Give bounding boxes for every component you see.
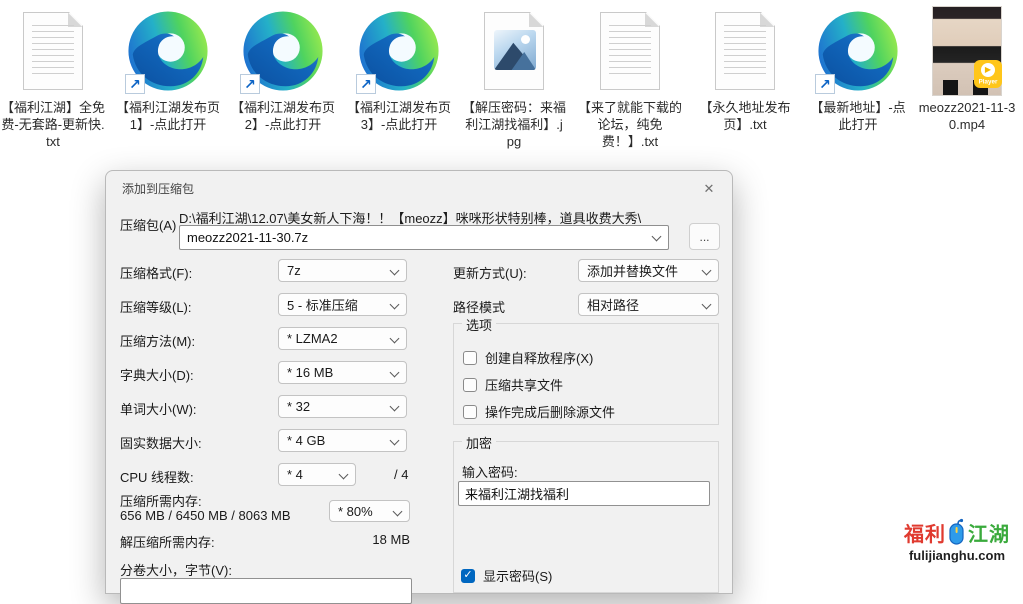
checkbox-unchecked-icon[interactable] <box>463 378 477 392</box>
encryption-group-title: 加密 <box>462 433 496 452</box>
chevron-down-icon[interactable] <box>652 232 662 242</box>
text-file-icon <box>715 12 775 90</box>
chevron-down-icon <box>390 402 400 412</box>
shortcut-arrow-icon: ↗ <box>815 74 835 94</box>
text-file-icon <box>23 12 83 90</box>
page-fold-icon <box>529 13 543 27</box>
desktop-icon-latest-address[interactable]: ↗ 【最新地址】-点此打开 <box>802 4 914 133</box>
options-group-title: 选项 <box>462 315 496 334</box>
shortcut-arrow-icon: ↗ <box>125 74 145 94</box>
chevron-down-icon <box>390 300 400 310</box>
update-mode-dropdown[interactable]: 添加并替换文件 <box>578 259 719 282</box>
logo-domain: fulijianghu.com <box>896 548 1018 563</box>
icon-label: 【福利江湖发布页3】-点此打开 <box>343 99 455 133</box>
text-lines <box>724 25 766 79</box>
desktop-icon-publish-page-2[interactable]: ↗ 【福利江湖发布页2】-点此打开 <box>227 4 339 133</box>
desktop-icon-readme-txt[interactable]: 【福利江湖】全免费-无套路-更新快.txt <box>0 4 109 150</box>
show-password-checkbox[interactable]: ✓ 显示密码(S) <box>461 566 552 585</box>
archive-label: 压缩包(A) <box>120 215 176 234</box>
desktop-icon-video-mp4[interactable]: ▶ Player meozz2021-11-30.mp4 <box>911 4 1023 133</box>
checkbox-unchecked-icon[interactable] <box>463 405 477 419</box>
logo-text-right: 江湖 <box>968 518 1010 547</box>
delete-after-checkbox[interactable]: 操作完成后删除源文件 <box>463 402 615 421</box>
dictionary-dropdown[interactable]: * 16 MB <box>278 361 407 384</box>
computer-mouse-icon <box>947 517 967 547</box>
word-size-label: 单词大小(W): <box>120 399 197 418</box>
icon-label: 【最新地址】-点此打开 <box>802 99 914 133</box>
cpu-threads-dropdown[interactable]: * 4 <box>278 463 356 486</box>
icon-label: meozz2021-11-30.mp4 <box>911 99 1023 133</box>
photo-thumbnail-icon <box>494 30 536 70</box>
icon-label: 【来了就能下载的论坛，纯免费！】.txt <box>574 99 686 150</box>
dialog-title: 添加到压缩包 <box>122 180 194 197</box>
level-label: 压缩等级(L): <box>120 297 192 316</box>
level-dropdown[interactable]: 5 - 标准压缩 <box>278 293 407 316</box>
add-to-archive-dialog: 添加到压缩包 ✕ 压缩包(A) D:\福利江湖\12.07\美女新人下海！！【m… <box>105 170 733 594</box>
desktop-icon-publish-page-3[interactable]: ↗ 【福利江湖发布页3】-点此打开 <box>343 4 455 133</box>
cpu-threads-max: / 4 <box>394 467 408 482</box>
icon-label: 【永久地址发布页】.txt <box>689 99 801 133</box>
video-thumbnail: ▶ Player <box>932 6 1002 96</box>
memory-compress-value: 656 MB / 6450 MB / 8063 MB <box>120 508 291 523</box>
desktop-icon-password-jpg[interactable]: 【解压密码：来福利江湖找福利】.jpg <box>458 4 570 150</box>
path-mode-label: 路径模式 <box>453 297 505 316</box>
chevron-down-icon <box>390 266 400 276</box>
chevron-down-icon <box>339 470 349 480</box>
path-mode-dropdown[interactable]: 相对路径 <box>578 293 719 316</box>
play-icon: ▶ <box>981 63 995 77</box>
dictionary-label: 字典大小(D): <box>120 365 194 384</box>
volume-size-label: 分卷大小，字节(V): <box>120 560 232 579</box>
method-label: 压缩方法(M): <box>120 331 195 350</box>
archive-name-combobox[interactable]: meozz2021-11-30.7z <box>179 225 669 250</box>
close-icon[interactable]: ✕ <box>695 177 723 200</box>
chevron-down-icon <box>390 334 400 344</box>
desktop-icon-publish-page-1[interactable]: ↗ 【福利江湖发布页1】-点此打开 <box>112 4 224 133</box>
text-lines <box>609 25 651 79</box>
desktop: { "icons": { "close": "✕", "shortcut_arr… <box>0 0 1023 582</box>
image-file-icon <box>484 12 544 90</box>
memory-percent-dropdown[interactable]: * 80% <box>329 500 410 522</box>
desktop-icon-permanent-address-txt[interactable]: 【永久地址发布页】.txt <box>689 4 801 133</box>
icon-label: 【解压密码：来福利江湖找福利】.jpg <box>458 99 570 150</box>
update-mode-label: 更新方式(U): <box>453 263 527 282</box>
logo-text-left: 福利 <box>904 518 946 547</box>
chevron-down-icon <box>702 300 712 310</box>
text-lines <box>32 25 74 79</box>
format-label: 压缩格式(F): <box>120 263 192 282</box>
shared-files-checkbox[interactable]: 压缩共享文件 <box>463 375 563 394</box>
password-label: 输入密码: <box>462 462 518 481</box>
icon-label: 【福利江湖发布页1】-点此打开 <box>112 99 224 133</box>
icon-label: 【福利江湖】全免费-无套路-更新快.txt <box>0 99 109 150</box>
memory-decompress-label: 解压缩所需内存: <box>120 532 215 551</box>
chevron-down-icon <box>702 266 712 276</box>
checkbox-unchecked-icon[interactable] <box>463 351 477 365</box>
format-dropdown[interactable]: 7z <box>278 259 407 282</box>
icon-label: 【福利江湖发布页2】-点此打开 <box>227 99 339 133</box>
sfx-checkbox[interactable]: 创建自释放程序(X) <box>463 348 593 367</box>
browse-button[interactable]: ... <box>689 223 720 250</box>
chevron-down-icon <box>390 436 400 446</box>
shortcut-arrow-icon: ↗ <box>240 74 260 94</box>
chevron-down-icon <box>390 368 400 378</box>
checkbox-checked-icon[interactable]: ✓ <box>461 569 475 583</box>
site-watermark-logo: 福利 江湖 fulijianghu.com <box>896 517 1018 563</box>
memory-decompress-value: 18 MB <box>346 532 410 547</box>
solid-block-label: 固实数据大小: <box>120 433 202 452</box>
text-file-icon <box>600 12 660 90</box>
desktop-icon-forum-txt[interactable]: 【来了就能下载的论坛，纯免费！】.txt <box>574 4 686 150</box>
player-badge: ▶ Player <box>974 60 1002 88</box>
cpu-threads-label: CPU 线程数: <box>120 467 194 486</box>
method-dropdown[interactable]: * LZMA2 <box>278 327 407 350</box>
word-size-dropdown[interactable]: * 32 <box>278 395 407 418</box>
solid-block-dropdown[interactable]: * 4 GB <box>278 429 407 452</box>
password-input[interactable] <box>458 481 710 506</box>
shortcut-arrow-icon: ↗ <box>356 74 376 94</box>
chevron-down-icon <box>393 507 403 517</box>
